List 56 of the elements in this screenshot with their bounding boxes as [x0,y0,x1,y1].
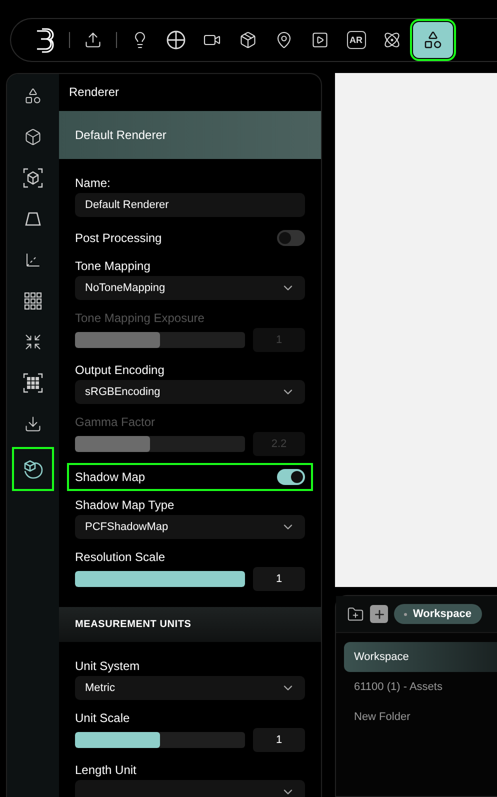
add-button[interactable] [370,605,388,623]
toolbar-button[interactable]: AR [341,25,371,55]
select-dropdown[interactable]: PCFShadowMap [75,515,305,539]
field-label: Unit System [75,659,141,673]
grid-icon [24,292,42,310]
toggle-switch[interactable] [277,469,305,485]
download-icon [24,415,42,433]
folder-item[interactable]: New Folder [344,702,497,732]
field-label: Gamma Factor [75,415,156,429]
package-icon [239,31,257,49]
field-label: Unit Scale [75,711,131,725]
field-label: Tone Mapping Exposure [75,311,206,325]
renderer-header: Default Renderer [59,111,321,159]
field-label: Name: [75,176,112,190]
axes-icon [24,251,42,269]
map-pin-icon [275,31,293,49]
shapes-icon [423,30,443,50]
field-label: Tone Mapping [75,259,152,273]
atom-icon [383,31,401,49]
new-folder-button[interactable] [346,605,364,623]
panel-title: Renderer [68,84,120,101]
field-label: Shadow Map [75,470,146,484]
slider-fill[interactable] [75,571,245,587]
slider-fill[interactable] [75,732,160,748]
field-label: Post Processing [75,231,162,245]
toggle-switch[interactable] [277,230,305,246]
bullet-icon [404,612,407,616]
play-square-icon [311,31,329,49]
folder-plus-icon [346,606,364,622]
breadcrumb-chip[interactable]: Workspace [394,604,482,624]
number-input[interactable]: 1 [253,728,305,752]
folder-item[interactable]: 61100 (1) - Assets [344,672,497,702]
name-input[interactable]: Default Renderer [75,193,305,217]
sidebar-button[interactable] [12,447,54,491]
trapezoid-icon [24,210,42,228]
folder-item[interactable]: Workspace [344,642,497,672]
upload-icon [84,31,102,49]
shapes-icon [24,87,42,105]
shrink-icon [24,333,42,351]
framed-grid-icon [23,373,43,393]
field-label: Shadow Map Type [75,498,176,512]
field-label: Output Encoding [75,363,166,377]
select-dropdown[interactable]: sRGBEncoding [75,380,305,404]
ar-label: AR [346,31,366,49]
crosshair-icon [166,30,186,50]
framed-cube-icon [23,168,43,188]
toolbar-button[interactable] [413,22,453,58]
section-header: MEASUREMENT UNITS [59,607,321,642]
number-input[interactable]: 1 [253,567,305,591]
field-label: Resolution Scale [75,550,166,564]
cube-icon [24,128,42,146]
cube-leaf-icon [22,458,44,480]
select-dropdown[interactable]: Metric [75,676,305,700]
field-label: Length Unit [75,763,138,777]
plus-icon [372,608,386,620]
select-dropdown[interactable]: NoToneMapping [75,276,305,300]
